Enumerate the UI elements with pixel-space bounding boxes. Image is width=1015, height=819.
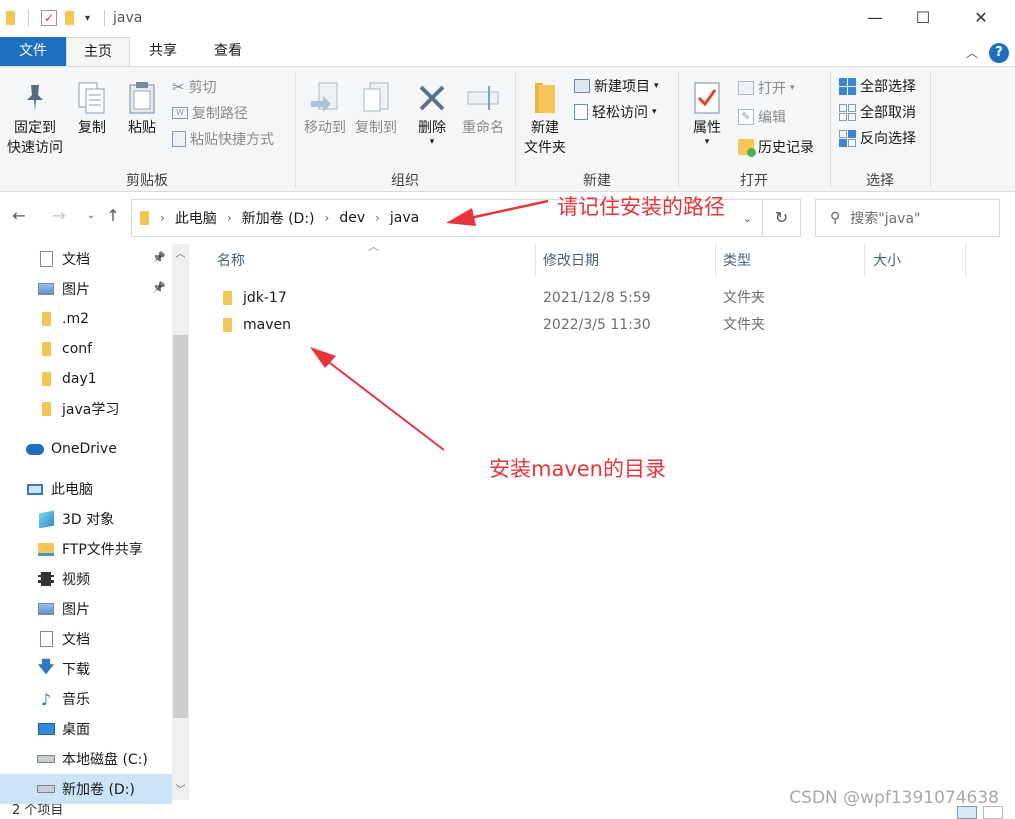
folder-icon xyxy=(37,371,55,387)
computer-icon xyxy=(26,481,44,497)
sidebar-item[interactable]: 3D 对象 xyxy=(0,504,172,534)
sidebar-item[interactable]: 新加卷 (D:) xyxy=(0,774,172,804)
arrow-to-maven xyxy=(310,347,445,451)
sidebar-item-label: conf xyxy=(62,341,93,357)
sidebar-item[interactable]: 图片 📌 xyxy=(0,274,172,304)
sidebar-item[interactable]: 视频 xyxy=(0,564,172,594)
annotation-remember-path: 请记住安装的路径 xyxy=(557,195,725,219)
drive-icon xyxy=(37,781,55,797)
pictures-icon xyxy=(37,601,55,617)
sidebar-item-label: FTP文件共享 xyxy=(62,542,143,558)
sidebar-item-label: 文档 xyxy=(62,252,90,268)
folder-icon xyxy=(37,311,55,327)
sidebar-item-label: 视频 xyxy=(62,572,90,588)
sidebar-item[interactable]: conf xyxy=(0,334,172,364)
document-icon xyxy=(37,631,55,647)
sidebar-item-label: 下载 xyxy=(62,662,90,678)
sidebar-item[interactable]: 此电脑 xyxy=(0,474,172,504)
cloud-icon xyxy=(26,441,44,457)
pictures-icon xyxy=(37,281,55,297)
sidebar-item-label: 图片 xyxy=(62,282,90,298)
sidebar-item-label: 文档 xyxy=(62,632,90,648)
download-icon: 🡇 xyxy=(37,656,55,676)
sidebar-item-label: OneDrive xyxy=(51,441,117,457)
sidebar-item[interactable]: java学习 xyxy=(0,394,172,424)
pin-icon: 📌 xyxy=(152,281,166,294)
file-explorer-window: ✓ ▾ java — ☐ ✕ 文件 主页 共享 查看 ︿ ? 固定到 快速访问 … xyxy=(0,0,1015,819)
sidebar-item[interactable]: OneDrive xyxy=(0,434,172,464)
sidebar-item[interactable]: day1 xyxy=(0,364,172,394)
3d-objects-icon xyxy=(37,510,55,528)
sidebar-item-label: 音乐 xyxy=(62,692,90,708)
watermark: CSDN @wpf1391074638 xyxy=(789,788,999,808)
ftp-share-icon xyxy=(37,541,55,557)
annotation-maven-dir: 安装maven的目录 xyxy=(489,457,666,481)
desktop-icon xyxy=(37,721,55,737)
sidebar-item[interactable]: FTP文件共享 xyxy=(0,534,172,564)
sidebar-item[interactable]: ♪ 音乐 xyxy=(0,684,172,714)
sidebar-item[interactable]: 本地磁盘 (C:) xyxy=(0,744,172,774)
sidebar-item-label: 新加卷 (D:) xyxy=(62,782,135,798)
sidebar-item-label: 桌面 xyxy=(62,722,90,738)
sidebar-item-label: day1 xyxy=(62,371,97,387)
sidebar-item-label: .m2 xyxy=(62,311,89,327)
sidebar-item-label: 3D 对象 xyxy=(62,512,115,528)
folder-icon xyxy=(37,341,55,357)
sidebar-item[interactable]: 桌面 xyxy=(0,714,172,744)
sidebar-item[interactable]: .m2 xyxy=(0,304,172,334)
sidebar-item[interactable]: 文档 📌 xyxy=(0,244,172,274)
sidebar-item-label: 图片 xyxy=(62,602,90,618)
sidebar-item[interactable]: 图片 xyxy=(0,594,172,624)
arrow-to-address xyxy=(446,199,549,226)
sidebar-item-label: 此电脑 xyxy=(51,482,93,498)
pin-icon: 📌 xyxy=(152,251,166,264)
document-icon xyxy=(37,251,55,267)
music-icon: ♪ xyxy=(40,689,52,709)
sidebar-item[interactable]: 🡇 下载 xyxy=(0,654,172,684)
sidebar-item[interactable]: 文档 xyxy=(0,624,172,654)
sidebar-item-label: 本地磁盘 (C:) xyxy=(62,752,148,768)
drive-icon xyxy=(37,751,55,767)
folder-icon xyxy=(37,401,55,417)
sidebar-item-label: java学习 xyxy=(62,402,120,418)
video-icon xyxy=(37,571,55,587)
